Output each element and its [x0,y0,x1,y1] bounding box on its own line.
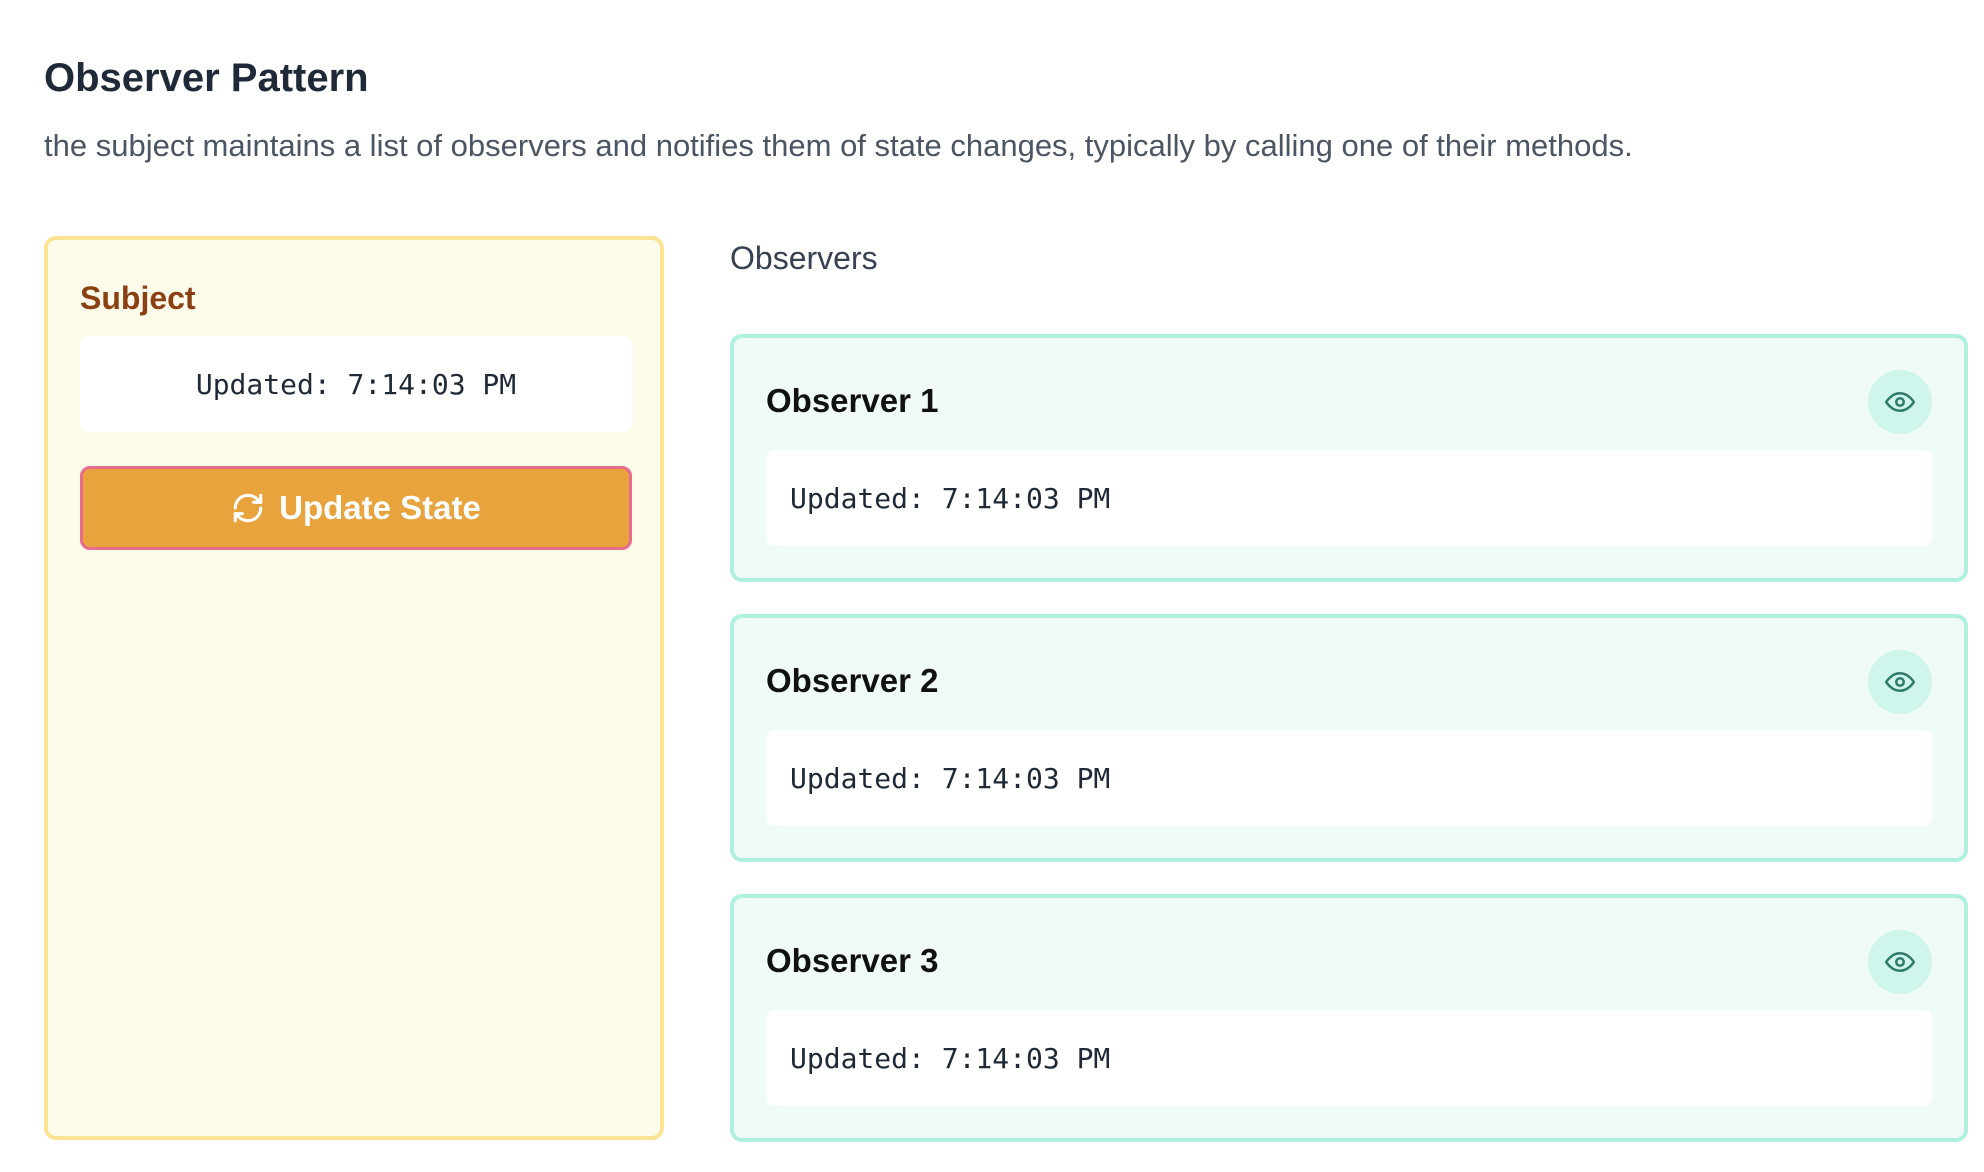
subject-state: Updated: 7:14:03 PM [80,336,632,432]
observer-state: Updated: 7:14:03 PM [766,450,1932,546]
eye-icon[interactable] [1868,930,1932,994]
page-description: the subject maintains a list of observer… [44,128,1633,163]
eye-icon[interactable] [1868,370,1932,434]
observer-card-2: Observer 2 Updated: 7:14:03 PM [730,614,1968,862]
update-state-button-label: Update State [279,489,481,526]
observers-title: Observers [730,240,878,276]
update-state-button[interactable]: Update State [80,466,632,550]
subject-panel: Subject Updated: 7:14:03 PM Update State [44,236,664,1140]
page-title: Observer Pattern [44,56,369,100]
observer-state: Updated: 7:14:03 PM [766,730,1932,826]
observer-card-3: Observer 3 Updated: 7:14:03 PM [730,894,1968,1142]
observer-name: Observer 3 [766,942,939,979]
subject-title: Subject [80,280,196,316]
observer-state: Updated: 7:14:03 PM [766,1010,1932,1106]
page: Observer Pattern the subject maintains a… [0,0,1984,1172]
observer-card-1: Observer 1 Updated: 7:14:03 PM [730,334,1968,582]
refresh-icon [231,491,265,525]
observer-name: Observer 2 [766,662,939,699]
eye-icon[interactable] [1868,650,1932,714]
observer-name: Observer 1 [766,382,939,419]
